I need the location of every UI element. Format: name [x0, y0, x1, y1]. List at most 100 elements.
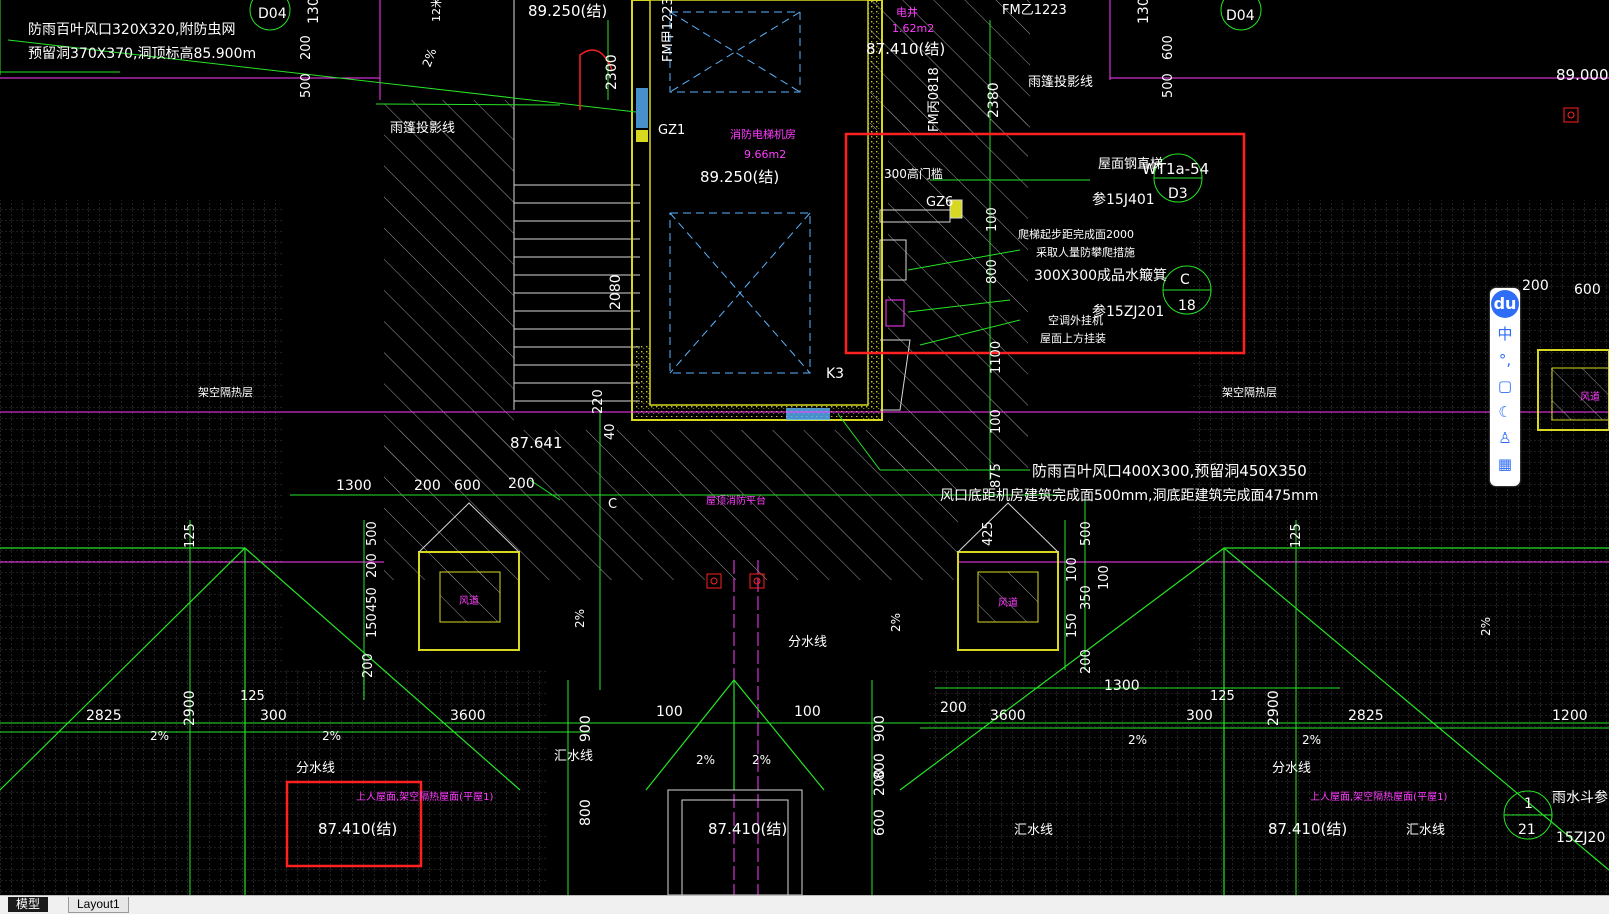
label-catchment-right-b: 汇水线 [1406, 823, 1445, 838]
dim-350-right-vert: 350 [1079, 585, 1094, 610]
note-water-dustpan: 300X300成品水簸箕 [1034, 267, 1167, 284]
dim-600-top-right: 600 [1161, 35, 1176, 60]
dim-220: 220 [591, 389, 606, 414]
label-canopy-left: 雨篷投影线 [390, 120, 455, 136]
user-icon[interactable]: ♙ [1495, 428, 1515, 448]
dim-900-right: 900 [872, 715, 888, 742]
door-fm-yi: FM乙1223 [1002, 3, 1067, 18]
dim-2900-right: 2900 [1266, 690, 1282, 726]
note-roof-type-right: 上人屋面,架空隔热屋面(平屋1) [1310, 790, 1447, 803]
ime-toolbar[interactable]: du 中 °, ▢ ☾ ♙ ▦ [1490, 288, 1520, 486]
elev-87410-mid: 87.410(结) [708, 820, 787, 838]
detail-ref-d04-left: D04 [258, 6, 287, 22]
dim-100-right-vert-b: 100 [1065, 557, 1080, 582]
dim-1300-top-right: 1300 [1136, 0, 1152, 24]
elev-89250-top: 89.250(结) [528, 2, 607, 20]
dim-1300-top-left: 1300 [306, 0, 322, 24]
dim-900-left: 900 [578, 715, 594, 742]
callout-18: 18 [1178, 298, 1196, 314]
moon-icon[interactable]: ☾ [1495, 402, 1515, 422]
dim-875: 875 [989, 463, 1004, 488]
dim-500-vert: 500 [365, 521, 380, 546]
tab-model[interactable]: 模型 [8, 897, 49, 912]
note-vent-400: 防雨百叶风口400X300,预留洞450X350 [1032, 462, 1307, 480]
dim-300-left: 300 [260, 708, 287, 724]
callout-c: C [1180, 272, 1190, 288]
dim-3600-right: 3600 [990, 708, 1026, 724]
label-fire-elevator-room: 消防电梯机房 [730, 127, 796, 141]
dim-450-vert: 450 [365, 587, 380, 612]
dim-2080: 2080 [608, 274, 624, 310]
elev-87410-left: 87.410(结) [318, 820, 397, 838]
dim-2380: 2380 [986, 82, 1002, 118]
slope-2pct-top: 2% [420, 46, 440, 69]
note-rain-drain: 雨水斗参 [1552, 789, 1608, 806]
note-roof-type-left: 上人屋面,架空隔热屋面(平屋1) [356, 790, 493, 803]
slope-2pct-e: 2% [322, 729, 341, 743]
slope-2pct-g: 2% [752, 753, 771, 767]
dim-1200: 1200 [1552, 708, 1588, 724]
dim-125-right-top: 125 [1289, 523, 1304, 548]
dim-425: 425 [981, 521, 996, 546]
dim-500-left: 500 [299, 73, 314, 98]
ime-language-toggle[interactable]: 中 [1495, 324, 1515, 344]
dim-200-far-right: 200 [1522, 278, 1549, 294]
grid-icon[interactable]: ▦ [1495, 454, 1515, 474]
dim-100-right-vert: 100 [1097, 565, 1112, 590]
label-gz6: GZ6 [926, 195, 953, 210]
label-air-duct-right: 风道 [998, 596, 1018, 609]
layout-tab-bar: 模型 Layout1 [0, 895, 1609, 914]
dim-100-ladder: 100 [985, 207, 1000, 232]
label-watershed-right: 分水线 [1272, 761, 1311, 776]
dim-1300-right: 1300 [1104, 678, 1140, 694]
label-gz1: GZ1 [658, 123, 685, 138]
dim-200-vert: 200 [365, 553, 380, 578]
dim-800-left: 800 [578, 799, 594, 826]
hatch-zone-right [888, 100, 1028, 470]
slope-2pct-i: 2% [1302, 733, 1321, 747]
label-insulation-right: 架空隔热层 [1222, 385, 1277, 399]
dim-200-mid-a: 200 [414, 478, 441, 494]
note-vent-bottom: 风口底距机房建筑完成面500mm,洞底距建筑完成面475mm [940, 488, 1318, 504]
roof-grid-left-top [0, 200, 282, 670]
dim-125-right: 125 [1210, 689, 1235, 704]
roof-grid-right-top [1190, 200, 1609, 670]
tab-layout1[interactable]: Layout1 [68, 897, 129, 913]
label-c-mid: C [608, 497, 617, 512]
dim-200-top-left: 200 [299, 35, 314, 60]
note-vent-320: 防雨百叶风口320X320,附防虫网 [28, 22, 235, 38]
label-shaft: 电井 [896, 5, 918, 19]
door-fm-bing: FM丙0818 [927, 67, 942, 132]
callout-21: 21 [1518, 822, 1536, 838]
ime-logo-icon[interactable]: du [1491, 290, 1519, 318]
slope-2pct-d: 2% [150, 729, 169, 743]
elev-89250-room: 89.250(结) [700, 168, 779, 186]
slope-2pct-a: 2% [573, 609, 587, 628]
label-catchment-mid: 汇水线 [554, 749, 593, 764]
dim-500-right-vert: 500 [1079, 521, 1094, 546]
label-insulation-left: 架空隔热层 [198, 385, 253, 399]
slope-2pct-f: 2% [696, 753, 715, 767]
dim-100-mid-b: 100 [794, 704, 821, 720]
dim-200-a: 200 [361, 653, 376, 678]
note-roof-mount: 屋面上方挂装 [1040, 331, 1106, 345]
callout-1: 1 [1524, 796, 1533, 812]
dim-600-right: 600 [872, 809, 888, 836]
elevator-room [631, 0, 883, 421]
dim-40: 40 [603, 423, 618, 440]
note-opening-370: 预留洞370X370,洞顶标高85.900m [28, 45, 256, 62]
ladder-code: WT1a-54 [1142, 160, 1209, 178]
dim-2825-right: 2825 [1348, 708, 1384, 724]
slope-2pct-c: 2% [1479, 617, 1493, 636]
label-12m: 12米 [430, 0, 443, 22]
hatch-zone-platform [384, 430, 958, 580]
ime-punctuation-toggle[interactable]: °, [1495, 350, 1515, 370]
roof-drain-box [667, 789, 803, 895]
area-966: 9.66m2 [744, 148, 786, 161]
area-162: 1.62m2 [892, 22, 934, 35]
label-air-duct-far-right: 风道 [1580, 390, 1600, 403]
dim-125-left-top: 125 [183, 523, 198, 548]
screenshot-icon[interactable]: ▢ [1495, 376, 1515, 396]
cad-drawing-canvas[interactable]: 防雨百叶风口320X320,附防虫网 预留洞370X370,洞顶标高85.900… [0, 0, 1609, 895]
elev-87410-top: 87.410(结) [866, 40, 945, 58]
